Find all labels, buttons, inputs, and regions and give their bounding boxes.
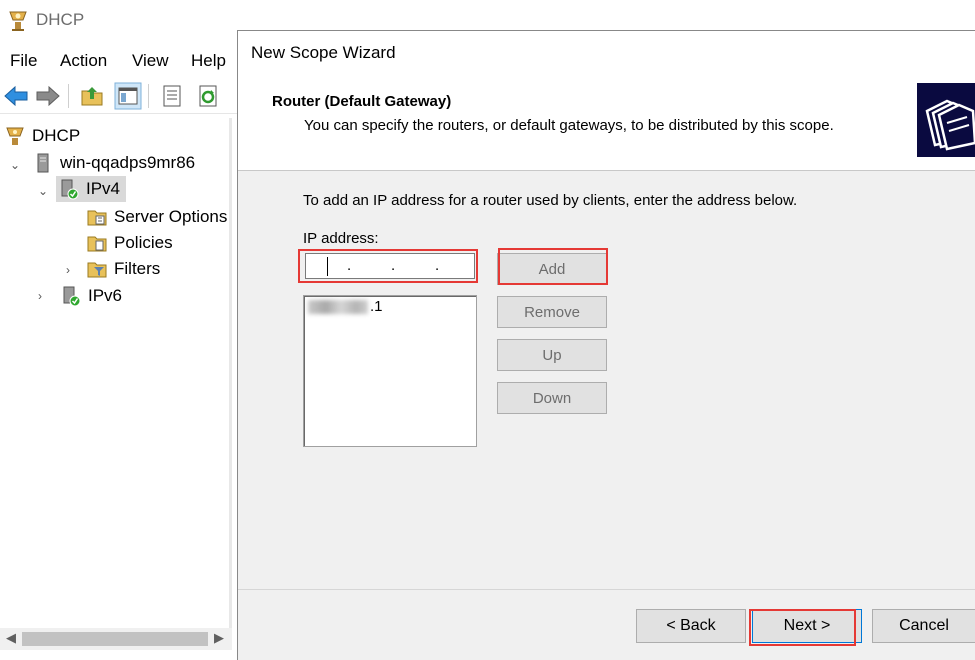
highlight-ip-input	[298, 249, 478, 283]
menu-help[interactable]: Help	[191, 51, 226, 71]
horizontal-scrollbar[interactable]: ◀ ▶	[0, 628, 232, 650]
scroll-right-icon[interactable]: ▶	[214, 630, 224, 646]
tree-label-dhcp: DHCP	[32, 126, 81, 145]
tree-label-server: win-qqadps9mr86	[60, 153, 196, 172]
tree-label-ipv6: IPv6	[88, 286, 123, 305]
tree-item-ipv4[interactable]: IPv4	[56, 176, 127, 202]
toolbar-separator	[148, 84, 149, 108]
console-splitter[interactable]	[229, 118, 232, 650]
toolbar-separator	[68, 84, 69, 108]
wizard-titlebar: New Scope Wizard	[238, 31, 975, 73]
ip-address-label: IP address:	[303, 230, 379, 247]
folders-icon	[925, 99, 975, 151]
back-button[interactable]: < Back	[636, 609, 746, 643]
page-subtitle: You can specify the routers, or default …	[304, 117, 834, 134]
wizard-header: Router (Default Gateway) You can specify…	[238, 73, 975, 171]
dhcp-app-icon	[9, 11, 27, 31]
tree-item-dhcp[interactable]: DHCP	[4, 123, 80, 149]
page-title: Router (Default Gateway)	[272, 93, 452, 110]
highlight-add-button	[498, 248, 608, 285]
filters-icon	[87, 262, 107, 278]
server-options-icon	[87, 210, 107, 226]
tree-item-server-options[interactable]: Server Options	[86, 204, 227, 230]
show-hide-tree-icon[interactable]	[114, 82, 142, 110]
wizard-graphic	[917, 83, 975, 157]
up-button[interactable]: Up	[497, 339, 607, 371]
forward-arrow-icon[interactable]	[34, 82, 62, 110]
remove-button-label: Remove	[524, 303, 580, 321]
scrollbar-thumb[interactable]	[22, 632, 208, 646]
properties-icon[interactable]	[158, 82, 186, 110]
tree-item-server[interactable]: win-qqadps9mr86	[32, 150, 195, 176]
menu-action[interactable]: Action	[60, 51, 107, 71]
policies-icon	[87, 236, 107, 252]
menu-file[interactable]: File	[10, 51, 37, 71]
console-tree: DHCP ⌄ win-qqadps9mr86 ⌄ IPv4 Server Opt…	[0, 118, 232, 628]
server-icon	[37, 153, 49, 173]
list-item[interactable]: .1	[308, 298, 383, 315]
menu-bar: File Action View Help	[0, 48, 238, 74]
router-address-list[interactable]: .1	[303, 295, 477, 447]
cancel-button-label: Cancel	[899, 617, 949, 634]
highlight-next-button	[749, 609, 856, 646]
chevron-down-icon[interactable]: ⌄	[10, 158, 20, 172]
dhcp-root-icon	[6, 127, 24, 145]
router-ip-suffix: .1	[370, 298, 383, 315]
tree-label-policies: Policies	[114, 233, 173, 252]
chevron-right-icon[interactable]: ›	[66, 263, 70, 277]
tree-item-policies[interactable]: Policies	[86, 230, 173, 256]
tree-label-ipv4: IPv4	[86, 179, 121, 198]
remove-button[interactable]: Remove	[497, 296, 607, 328]
menu-view[interactable]: View	[132, 51, 169, 71]
new-scope-wizard-dialog: New Scope Wizard Router (Default Gateway…	[237, 30, 975, 660]
console-titlebar: DHCP	[0, 0, 238, 40]
tree-label-server-options: Server Options	[114, 207, 228, 226]
redacted-ip-prefix	[308, 299, 368, 314]
chevron-right-icon[interactable]: ›	[38, 289, 42, 303]
tree-item-filters[interactable]: Filters	[86, 256, 160, 282]
dhcp-console: DHCP File Action View Help DHCP ⌄ win-qq…	[0, 0, 238, 660]
wizard-title: New Scope Wizard	[251, 43, 396, 62]
ipv6-server-icon	[63, 286, 81, 307]
back-button-label: < Back	[666, 617, 716, 634]
refresh-icon[interactable]	[194, 82, 222, 110]
tree-item-ipv6[interactable]: IPv6	[60, 283, 122, 309]
down-button[interactable]: Down	[497, 382, 607, 414]
instruction-text: To add an IP address for a router used b…	[303, 192, 798, 209]
ipv4-server-icon	[61, 179, 79, 200]
up-folder-icon[interactable]	[78, 82, 106, 110]
scroll-left-icon[interactable]: ◀	[6, 630, 16, 646]
up-button-label: Up	[542, 346, 562, 364]
down-button-label: Down	[532, 389, 572, 407]
tree-label-filters: Filters	[114, 259, 161, 278]
back-arrow-icon[interactable]	[2, 82, 30, 110]
console-title: DHCP	[36, 10, 85, 29]
cancel-button[interactable]: Cancel	[872, 609, 975, 643]
chevron-down-icon[interactable]: ⌄	[38, 184, 48, 198]
console-toolbar	[0, 78, 238, 114]
footer-divider	[238, 589, 975, 590]
